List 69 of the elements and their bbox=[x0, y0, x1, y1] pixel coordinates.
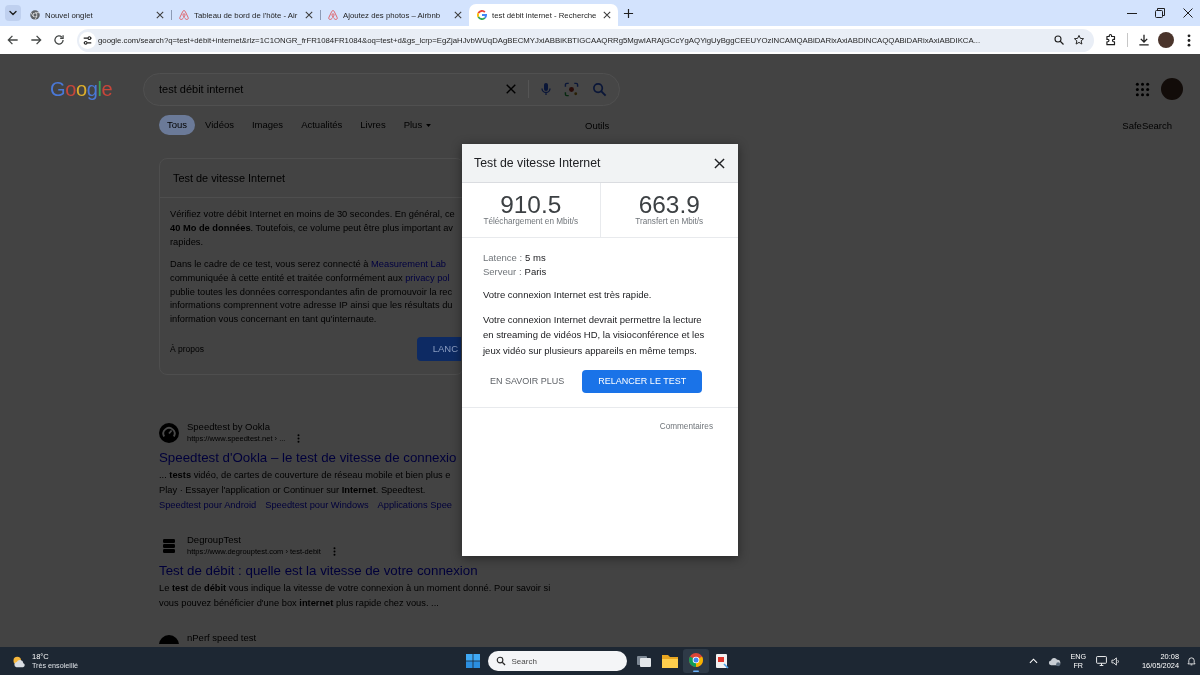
search-icon bbox=[495, 656, 506, 666]
magnifier-icon[interactable] bbox=[1053, 34, 1065, 46]
detail-value: 5 ms bbox=[525, 252, 546, 263]
detail-value: Paris bbox=[524, 265, 547, 277]
learn-more-button[interactable]: EN SAVOIR PLUS bbox=[483, 369, 572, 393]
search-tab[interactable]: Tous bbox=[159, 115, 196, 135]
google-logo[interactable]: Google bbox=[50, 78, 113, 100]
chrome-icon[interactable] bbox=[682, 649, 709, 673]
airbnb-logo-icon bbox=[179, 10, 189, 20]
speed-value: 910.5 bbox=[500, 193, 562, 217]
avatar-icon[interactable] bbox=[1158, 32, 1174, 48]
search-tab[interactable]: Vidéos bbox=[197, 115, 242, 135]
verdict-text: Votre connexion Internet est très rapide. bbox=[483, 288, 652, 302]
airbnb-logo-icon bbox=[328, 10, 338, 20]
speed-value: 663.9 bbox=[638, 193, 700, 217]
detail-label: Latence : bbox=[483, 252, 523, 263]
feedback-link[interactable]: Commentaires bbox=[659, 420, 713, 433]
semicircle-icon bbox=[159, 635, 179, 644]
search-tab[interactable]: Plus bbox=[395, 115, 440, 135]
result-title-link[interactable]: Speedtest d'Ookla – le test de vitesse de connexio bbox=[159, 448, 457, 468]
detail-label: Serveur : bbox=[483, 265, 522, 277]
puzzle-icon[interactable] bbox=[1104, 33, 1118, 47]
caret-icon bbox=[426, 123, 432, 127]
forward-icon[interactable] bbox=[29, 33, 43, 47]
taskbar-search-field[interactable]: Search bbox=[487, 651, 627, 671]
chevron-up-icon[interactable] bbox=[1029, 658, 1039, 664]
search-tab[interactable]: Actualités bbox=[293, 115, 351, 135]
speaker-icon[interactable] bbox=[1111, 656, 1120, 666]
card-title: Test de vitesse Internet bbox=[173, 172, 285, 184]
gauge-icon bbox=[159, 423, 179, 443]
windows-logo-icon[interactable] bbox=[465, 654, 480, 668]
result-site-name: DegroupTest bbox=[187, 534, 242, 546]
description-text: Votre connexion Internet devrait permettre la lecture en streaming de vidéos HD, la visioconférence et les jeux vidéo sur plusieurs appareils en même temps. bbox=[483, 313, 706, 358]
close-icon[interactable] bbox=[714, 157, 725, 169]
safesearch-link[interactable]: SafeSearch bbox=[1122, 119, 1172, 131]
launch-button[interactable]: LANC bbox=[416, 337, 461, 361]
close-icon[interactable] bbox=[603, 11, 611, 19]
close-icon[interactable] bbox=[156, 11, 164, 19]
weather-icon bbox=[12, 654, 26, 668]
speed-unit-label: Téléchargement en Mbit/s bbox=[483, 217, 579, 227]
monitor-icon[interactable] bbox=[1096, 656, 1107, 666]
dialog-title: Test de vitesse Internet bbox=[474, 156, 601, 170]
result-site-name: Speedtest by Ookla bbox=[187, 421, 271, 433]
close-icon[interactable] bbox=[305, 11, 313, 19]
tune-icon[interactable] bbox=[79, 31, 96, 49]
speed-unit-label: Transfert en Mbit/s bbox=[635, 217, 704, 227]
star-icon[interactable] bbox=[1073, 34, 1085, 46]
cloud-icon[interactable] bbox=[1048, 655, 1062, 667]
bell-icon[interactable] bbox=[1187, 656, 1196, 666]
inline-link[interactable]: privacy pol bbox=[405, 272, 450, 283]
google-logo-icon bbox=[477, 10, 487, 20]
plus-icon[interactable] bbox=[623, 8, 634, 19]
back-icon[interactable] bbox=[6, 33, 20, 47]
sitelink[interactable]: Applications Spee bbox=[377, 498, 452, 513]
close-icon[interactable] bbox=[454, 11, 462, 19]
more-icon[interactable] bbox=[1187, 33, 1191, 47]
restore-icon[interactable] bbox=[1155, 8, 1165, 18]
browser-logo-icon bbox=[30, 10, 40, 20]
tools-link[interactable]: Outils bbox=[585, 119, 610, 131]
result-site-name: nPerf speed test bbox=[187, 632, 257, 644]
retest-button[interactable]: RELANCER LE TEST bbox=[582, 369, 703, 393]
chevron-down-icon[interactable] bbox=[5, 5, 21, 21]
search-tab[interactable]: Images bbox=[243, 115, 292, 135]
result-title-link[interactable]: Test de débit : quelle est la vitesse de votre connexion bbox=[159, 561, 551, 581]
download-icon[interactable] bbox=[1137, 33, 1151, 47]
reload-icon[interactable] bbox=[52, 33, 66, 47]
close-icon[interactable] bbox=[1183, 8, 1193, 18]
sitelink[interactable]: Speedtest pour Android bbox=[159, 498, 257, 513]
search-tab[interactable]: Livres bbox=[352, 115, 394, 135]
